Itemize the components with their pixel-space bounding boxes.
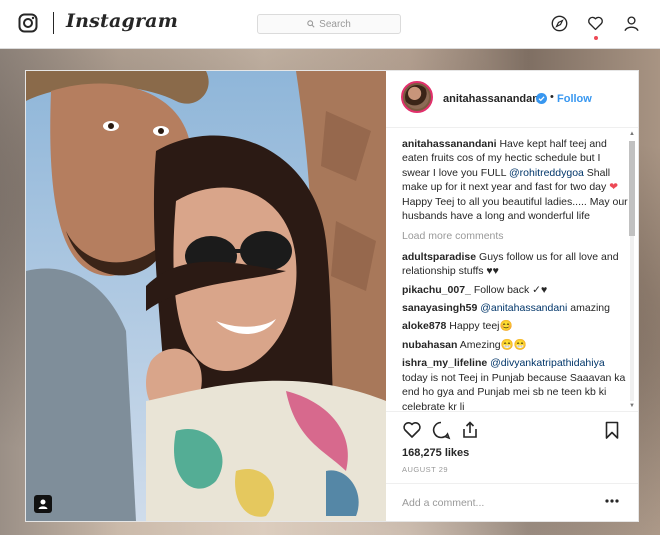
comment-username[interactable]: pikachu_007_ (402, 284, 471, 296)
scroll-up-arrow-icon[interactable]: ▲ (629, 131, 635, 137)
comments-scrollbar[interactable]: ▲ ▼ (628, 131, 636, 411)
post-actions (386, 411, 638, 446)
comment-text: Happy teej😊 (449, 320, 513, 333)
add-comment-input[interactable]: Add a comment... (402, 497, 484, 509)
caption-username[interactable]: anitahassanandani (402, 138, 497, 150)
verified-badge-icon (536, 93, 547, 104)
search-icon (307, 20, 315, 28)
comment-text: amazing (567, 302, 610, 315)
comment-text: today is not Teej in Punjab because Saaa… (402, 371, 626, 412)
comment-username[interactable]: adultsparadise (402, 251, 476, 263)
search-input[interactable]: Search (257, 14, 401, 34)
multiple-posts-icon (34, 495, 52, 513)
likes-count[interactable]: 168,275 likes (402, 447, 469, 459)
comment-mention[interactable]: @anitahassandani (480, 302, 567, 314)
post-username[interactable]: anitahassanandani (443, 93, 542, 105)
add-comment-bar: Add a comment... (386, 483, 638, 522)
caption: anitahassanandani Have kept half teej an… (402, 137, 628, 223)
comment-item: pikachu_007_ Follow back ✓♥ (402, 283, 628, 297)
share-icon[interactable] (460, 420, 480, 440)
heart-icon[interactable] (587, 15, 604, 32)
nav-divider (53, 12, 54, 34)
compass-icon[interactable] (551, 15, 568, 32)
follow-separator: • (550, 91, 554, 103)
profile-icon[interactable] (623, 15, 640, 32)
post-photo[interactable] (26, 71, 386, 521)
notification-dot (594, 36, 598, 40)
top-nav: Instagram Search (0, 0, 660, 49)
like-heart-icon[interactable] (402, 420, 422, 440)
more-options-icon[interactable] (605, 499, 619, 503)
comment-item: sanayasingh59 @anitahassandani amazing (402, 301, 628, 315)
load-more-comments[interactable]: Load more comments (402, 229, 628, 243)
follow-button[interactable]: Follow (557, 93, 592, 105)
comment-text: Follow back ✓♥ (473, 283, 548, 296)
red-heart-emoji: ❤ (609, 181, 618, 194)
comment-item: aloke878 Happy teej😊 (402, 319, 628, 333)
comment-username[interactable]: nubahasan (402, 339, 457, 351)
scroll-down-arrow-icon[interactable]: ▼ (629, 403, 635, 409)
post-date: AUGUST 29 (402, 465, 449, 474)
comments-list: anitahassanandani Have kept half teej an… (402, 137, 628, 412)
comment-text: Amezing😁😁 (459, 338, 527, 351)
post-card: anitahassanandani • Follow anitahassanan… (25, 70, 639, 522)
scrollbar-thumb[interactable] (629, 141, 635, 236)
comment-item: nubahasan Amezing😁😁 (402, 338, 628, 352)
comment-bubble-icon[interactable] (431, 420, 451, 440)
post-header: anitahassanandani • Follow (386, 71, 638, 128)
caption-mention[interactable]: @rohitreddygoa (509, 167, 584, 179)
post-photo-illustration (26, 71, 386, 521)
instagram-wordmark[interactable]: Instagram (66, 10, 178, 32)
comment-item: ishra_my_lifeline @divyankatripathidahiy… (402, 356, 628, 412)
instagram-camera-icon[interactable] (18, 13, 38, 33)
post-sidebar: anitahassanandani • Follow anitahassanan… (386, 71, 638, 521)
comment-item: adultsparadise Guys follow us for all lo… (402, 250, 628, 279)
search-placeholder: Search (319, 18, 351, 30)
caption-text-3: Happy Teej to all you beautiful ladies..… (402, 195, 628, 223)
avatar[interactable] (401, 81, 433, 113)
avatar-image (405, 85, 429, 109)
bookmark-icon[interactable] (602, 420, 622, 440)
comment-username[interactable]: sanayasingh59 (402, 302, 477, 314)
comment-username[interactable]: ishra_my_lifeline (402, 357, 487, 369)
comment-username[interactable]: aloke878 (402, 320, 446, 332)
comment-mention[interactable]: @divyankatripathidahiya (490, 357, 605, 369)
